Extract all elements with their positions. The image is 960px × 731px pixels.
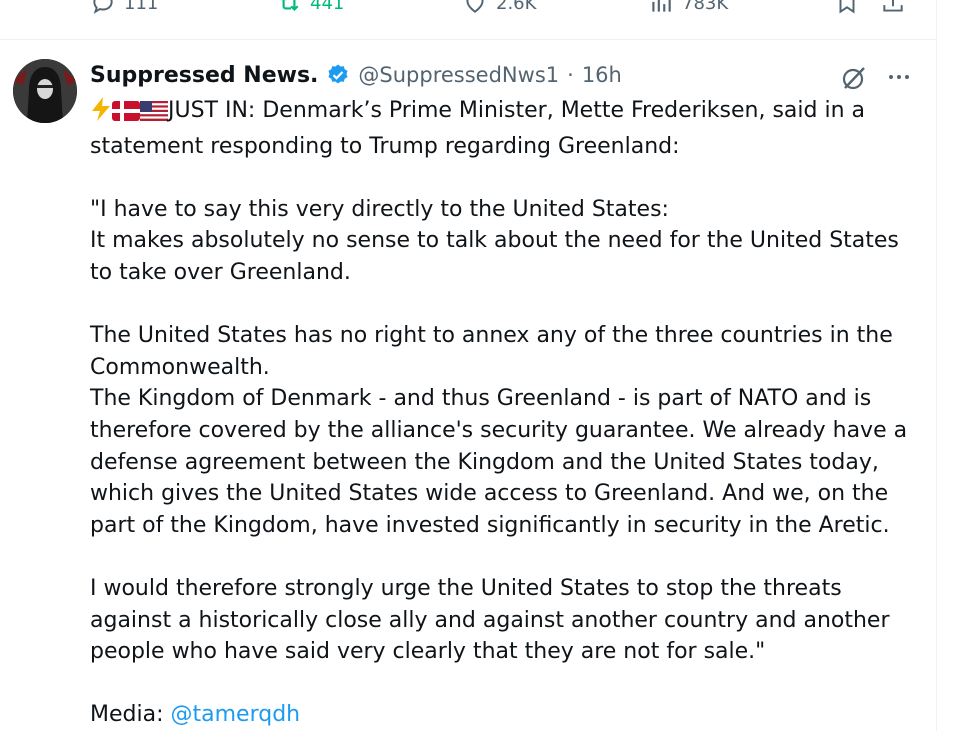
- like-button[interactable]: 2.6K: [462, 0, 536, 16]
- heart-icon: [466, 0, 484, 13]
- quote-paragraph-5: I would therefore strongly urge the Unit…: [90, 575, 890, 665]
- display-name[interactable]: Suppressed News.: [90, 63, 318, 88]
- media-mention-link[interactable]: @tamerqdh: [171, 702, 301, 727]
- tweet-text: JUST IN: Denmark’s Prime Minister, Mette…: [90, 95, 920, 731]
- tweet-lead-paragraph: JUST IN: Denmark’s Prime Minister, Mette…: [90, 95, 920, 162]
- tweet[interactable]: Suppressed News. @SuppressedNws1 · 16h J…: [0, 40, 936, 731]
- grok-icon[interactable]: [840, 64, 868, 92]
- timeline-right-border: [936, 0, 937, 731]
- quote-paragraph-2: It makes absolutely no sense to talk abo…: [90, 228, 899, 285]
- lightning-icon: [90, 97, 112, 131]
- quote-paragraph-1: "I have to say this very directly to the…: [90, 196, 669, 222]
- verified-badge-icon[interactable]: [326, 63, 350, 87]
- avatar[interactable]: [13, 59, 77, 123]
- reply-button[interactable]: 111: [90, 0, 158, 16]
- share-icon: [883, 0, 903, 12]
- bookmark-button[interactable]: [834, 0, 860, 16]
- share-button[interactable]: [880, 0, 906, 16]
- tweet-header: Suppressed News. @SuppressedNws1 · 16h: [90, 60, 622, 90]
- reply-icon: [93, 0, 113, 14]
- user-handle[interactable]: @SuppressedNws1: [358, 63, 559, 87]
- views-chart-icon: [652, 0, 671, 12]
- header-separator: ·: [567, 63, 574, 87]
- repost-count: 441: [310, 0, 345, 14]
- quote-paragraph-4: The Kingdom of Denmark - and thus Greenl…: [90, 386, 908, 538]
- like-count: 2.6K: [496, 0, 537, 14]
- quote-paragraph-3: The United States has no right to annex …: [90, 323, 893, 380]
- more-options-icon[interactable]: [886, 64, 912, 90]
- prev-tweet-action-bar: 111 441 2.6K 783K: [0, 0, 936, 24]
- media-credit: Media: @tamerqdh: [90, 699, 920, 731]
- repost-button[interactable]: 441: [276, 0, 344, 16]
- reply-count: 111: [124, 0, 159, 14]
- tweet-lead-text: JUST IN: Denmark’s Prime Minister, Mette…: [90, 98, 866, 159]
- media-label: Media:: [90, 702, 164, 728]
- hooded-figure-avatar-icon: [13, 59, 77, 123]
- views-count: 783K: [682, 0, 729, 14]
- views-button[interactable]: 783K: [648, 0, 728, 16]
- us-flag-icon: [140, 99, 168, 131]
- bookmark-icon: [839, 0, 855, 14]
- denmark-flag-icon: [112, 99, 140, 131]
- repost-icon: [280, 0, 299, 12]
- timestamp[interactable]: 16h: [582, 63, 622, 87]
